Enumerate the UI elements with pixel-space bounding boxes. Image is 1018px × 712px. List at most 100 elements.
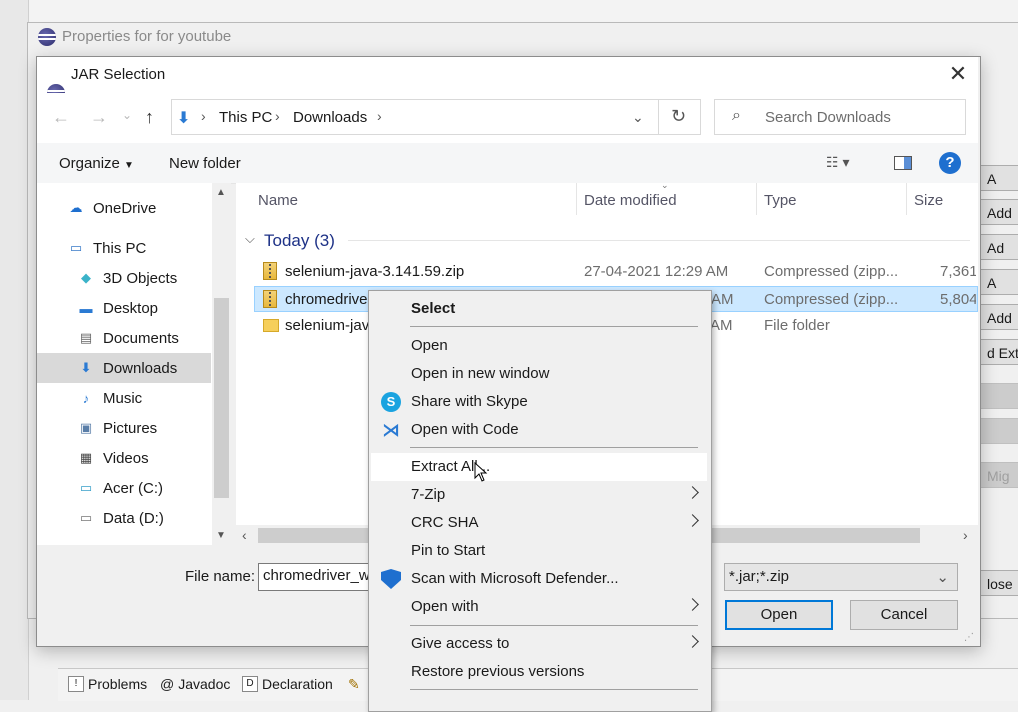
sidebar-item-label: Downloads xyxy=(103,359,178,377)
properties-add-button[interactable]: Add xyxy=(980,199,1018,225)
menu-item-label: Open in new window xyxy=(411,365,550,382)
address-divider xyxy=(658,99,659,135)
properties-side-button-3[interactable]: Ad xyxy=(980,234,1018,260)
tab-javadoc-label: Javadoc xyxy=(178,676,231,692)
chevron-down-icon: ⌄ xyxy=(936,569,949,586)
open-button[interactable]: Open xyxy=(725,600,833,630)
column-header-date-modified[interactable]: Date modified xyxy=(584,192,677,209)
at-sign-icon: @ xyxy=(160,676,175,692)
menu-item-give-access[interactable]: Give access to xyxy=(371,630,707,658)
sidebar-item-this-pc[interactable]: ▭ This PC xyxy=(37,233,211,263)
sidebar-item-onedrive[interactable]: ☁ OneDrive xyxy=(37,193,211,223)
properties-side-button-1[interactable]: A xyxy=(980,165,1018,191)
menu-item-label: Open with Code xyxy=(411,421,519,438)
menu-separator xyxy=(410,326,698,327)
tab-problems[interactable]: ! Problems xyxy=(68,676,147,692)
column-separator xyxy=(756,183,757,215)
menu-item-share-skype[interactable]: S Share with Skype xyxy=(371,388,707,416)
menu-item-7zip[interactable]: 7-Zip xyxy=(371,481,707,509)
sidebar-item-label: Data (D:) xyxy=(103,509,164,527)
address-dropdown-chevron-icon[interactable]: ⌄ xyxy=(632,109,644,126)
film-icon: ▦ xyxy=(79,450,93,465)
column-header-size[interactable]: Size xyxy=(914,192,943,209)
menu-item-open-new-window[interactable]: Open in new window xyxy=(371,360,707,388)
sidebar-item-drive-d[interactable]: ▭ Data (D:) xyxy=(37,503,211,533)
menu-item-label: Share with Skype xyxy=(411,393,528,410)
breadcrumb-chevron-icon[interactable]: › xyxy=(377,108,382,124)
group-divider xyxy=(348,240,970,241)
navigation-pane-scroll-thumb[interactable] xyxy=(214,298,229,498)
tab-problems-label: Problems xyxy=(88,676,148,692)
sidebar-item-videos[interactable]: ▦ Videos xyxy=(37,443,211,473)
sidebar-item-desktop[interactable]: ▬ Desktop xyxy=(37,293,211,323)
menu-separator xyxy=(410,447,698,448)
menu-item-extract-all[interactable]: Extract All... xyxy=(371,453,707,481)
back-arrow-icon[interactable]: ← xyxy=(52,107,70,128)
view-options-icon[interactable]: ☷ ▾ xyxy=(826,154,849,171)
zip-file-icon xyxy=(263,290,277,308)
sidebar-item-drive-c[interactable]: ▭ Acer (C:) xyxy=(37,473,211,503)
document-icon: ▤ xyxy=(79,330,93,345)
help-icon[interactable]: ? xyxy=(939,152,961,174)
up-arrow-icon[interactable]: ↑ xyxy=(145,107,154,128)
scroll-down-icon[interactable]: ▼ xyxy=(216,530,226,541)
cloud-icon: ☁ xyxy=(69,200,83,215)
problems-icon: ! xyxy=(68,676,84,692)
new-folder-button[interactable]: New folder xyxy=(169,155,241,172)
breadcrumb-this-pc[interactable]: This PC xyxy=(219,109,272,126)
tab-javadoc[interactable]: @ Javadoc xyxy=(160,676,230,692)
resize-grip-icon[interactable]: ⋰ xyxy=(964,632,974,643)
properties-dialog-title: Properties for for youtube xyxy=(62,28,232,45)
properties-side-button-6[interactable]: d Exte xyxy=(980,339,1018,365)
refresh-icon[interactable]: ↻ xyxy=(671,106,686,127)
organize-label: Organize xyxy=(59,155,120,172)
sidebar-item-label: Acer (C:) xyxy=(103,479,163,497)
scroll-up-icon[interactable]: ▲ xyxy=(216,187,226,198)
sidebar-item-music[interactable]: ♪ Music xyxy=(37,383,211,413)
forward-arrow-icon[interactable]: → xyxy=(90,107,108,128)
eclipse-left-edge xyxy=(0,0,29,700)
sidebar-item-3d-objects[interactable]: ◆ 3D Objects xyxy=(37,263,211,293)
file-size: 5,804 xyxy=(940,291,976,308)
properties-close-button[interactable]: lose xyxy=(980,570,1018,596)
menu-item-restore-versions[interactable]: Restore previous versions xyxy=(371,658,707,686)
properties-side-button-5[interactable]: Add xyxy=(980,304,1018,330)
column-header-type[interactable]: Type xyxy=(764,192,797,209)
sidebar-item-label: Pictures xyxy=(103,419,158,437)
close-icon[interactable]: ✕ xyxy=(946,62,970,86)
menu-item-pin-to-start[interactable]: Pin to Start xyxy=(371,537,707,565)
menu-item-open-with[interactable]: Open with xyxy=(371,593,707,621)
group-header-today[interactable]: Today (3) xyxy=(264,231,335,251)
menu-separator xyxy=(410,625,698,626)
sidebar-item-downloads[interactable]: ⬇ Downloads xyxy=(37,353,211,383)
submenu-arrow-icon xyxy=(686,598,699,611)
tab-declaration[interactable]: D Declaration xyxy=(242,676,333,692)
file-type-filter-select[interactable]: *.jar;*.zip ⌄ xyxy=(724,563,958,591)
column-separator xyxy=(576,183,577,215)
sidebar-item-label: This PC xyxy=(93,239,147,257)
picture-icon: ▣ xyxy=(79,420,93,435)
declaration-icon: D xyxy=(242,676,258,692)
menu-item-scan-defender[interactable]: Scan with Microsoft Defender... xyxy=(371,565,707,593)
scroll-right-icon[interactable]: › xyxy=(963,527,968,543)
organize-button[interactable]: Organize ▼ xyxy=(59,155,134,172)
properties-side-button-8 xyxy=(980,418,1018,444)
menu-item-crc-sha[interactable]: CRC SHA xyxy=(371,509,707,537)
menu-item-select[interactable]: Select xyxy=(371,295,707,323)
preview-pane-icon[interactable] xyxy=(894,156,912,170)
recent-locations-chevron-icon[interactable]: ⌄ xyxy=(122,108,132,122)
menu-item-label: Open with xyxy=(411,598,479,615)
table-row[interactable]: selenium-java-3.141.59.zip 27-04-2021 12… xyxy=(254,259,978,285)
sidebar-item-pictures[interactable]: ▣ Pictures xyxy=(37,413,211,443)
column-header-name[interactable]: Name xyxy=(258,192,298,209)
pin-icon[interactable]: ✎ xyxy=(348,676,360,693)
group-collapse-chevron-icon[interactable]: ⌵ xyxy=(245,231,255,247)
breadcrumb-downloads[interactable]: Downloads xyxy=(293,109,367,126)
breadcrumb-chevron-icon: › xyxy=(275,108,280,124)
scroll-left-icon[interactable]: ‹ xyxy=(242,527,247,543)
menu-item-open[interactable]: Open xyxy=(371,332,707,360)
menu-item-open-with-code[interactable]: ⋊ Open with Code xyxy=(371,416,707,444)
cancel-button[interactable]: Cancel xyxy=(850,600,958,630)
sidebar-item-documents[interactable]: ▤ Documents xyxy=(37,323,211,353)
properties-side-button-4[interactable]: A xyxy=(980,269,1018,295)
